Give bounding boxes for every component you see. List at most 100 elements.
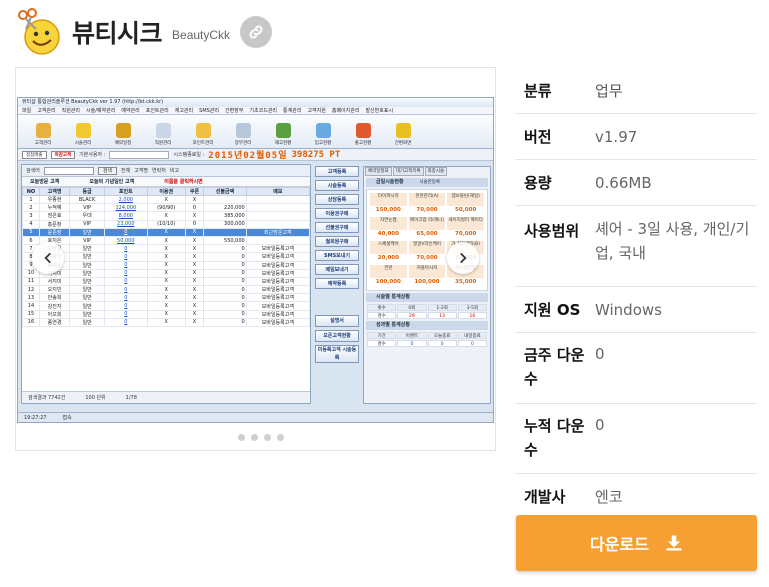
download-label: 다운로드 [590, 535, 649, 554]
shot-table-cell [245, 194, 311, 205]
shot-stat-value: 0 [427, 340, 457, 347]
shot-table-cell: X [146, 227, 186, 237]
shot-stat-header: 기간 [367, 332, 397, 339]
shot-tool-button: 간편화면 [388, 123, 418, 146]
shot-service-price: 150,000 [370, 206, 407, 215]
shot-table-cell: 일반 [69, 268, 106, 278]
shot-table-cell: X [184, 276, 205, 287]
shot-tool-button: 시술관리 [68, 123, 98, 146]
shot-service-item: 천천관리(A) 70,000 [408, 193, 446, 215]
shot-service-item: 타이파시지 150,000 [370, 193, 407, 215]
shot-stat-value: 0 [457, 340, 487, 347]
shot-table-cell: 1 [22, 194, 40, 205]
shot-table-cell: 0 [184, 219, 205, 229]
shot-tool-icon [75, 123, 91, 138]
gallery-next-button[interactable] [447, 242, 479, 274]
shot-table-cell: X [184, 293, 205, 303]
shot-stat2-table: 기간 이벤트 오늘종료 내일종료 명수 0 0 0 [367, 332, 487, 347]
shot-table-cell [245, 235, 311, 246]
shot-sub-2: 이름을 클릭하시면 [164, 179, 203, 185]
shot-service-price: 20,000 [370, 254, 407, 263]
info-key: 분류 [524, 81, 552, 100]
shot-tool-icon [355, 123, 371, 138]
shot-table-cell: X [146, 252, 186, 262]
shot-table-cell: 0 [203, 276, 247, 287]
shot-table-row: 11 서지미 일반 0 X X 0 모바일등록고객 [22, 276, 311, 287]
shot-tool-icon [195, 123, 211, 138]
shot-table-cell: 모바일등록고객 [245, 309, 311, 319]
shot-table-cell: X [184, 244, 205, 254]
gallery-prev-button[interactable] [32, 242, 64, 274]
shot-table-cell: 0 [184, 203, 205, 213]
shot-service-item: 메이크업 리(헤나) 65,000 [408, 217, 446, 239]
shot-action-button: SMS보내기 [315, 250, 359, 261]
shot-table-cell: X [184, 227, 205, 237]
shot-search-button: 검색 [97, 166, 118, 175]
shot-table-header: 이용권 [146, 187, 186, 196]
shot-table-cell: X [146, 317, 186, 328]
shot-table-cell: 12 [22, 285, 40, 295]
shot-table-cell: X [146, 293, 186, 303]
info-key: 지원 OS [524, 301, 581, 319]
shot-subtitles: 오늘방문 고객 오늘의 기념일인 고객 이름을 클릭하시면 [22, 177, 310, 187]
shot-service-name: 전반 [370, 265, 407, 278]
shot-tool-button: 입고현황 [308, 123, 338, 146]
shot-tool-icon [315, 123, 331, 138]
shot-tool-label: 간편화면 [394, 141, 412, 146]
download-button[interactable]: 다운로드 [516, 515, 757, 571]
shot-service-grid: 타이파시지 150,000 천천관리(A) 70,000 엠보볼린(해일) 50,000 자… [366, 189, 488, 291]
category-link[interactable]: 업무 [595, 80, 757, 101]
shot-table-cell: X [184, 285, 205, 295]
shot-table-cell: 일반 [69, 252, 106, 262]
info-key: 용량 [524, 174, 552, 192]
shot-footer-count: 검색결과 7742건 [28, 395, 66, 401]
shot-menu-item: 시술/예약관리 [86, 108, 116, 114]
gallery-dot[interactable] [264, 434, 271, 441]
shot-table-cell: VIP [69, 219, 106, 229]
shot-table-cell: X [146, 285, 186, 295]
shot-tool-button: 고객관리 [28, 123, 58, 146]
shot-table-cell: (90/90) [146, 203, 186, 213]
shot-table-cell [245, 219, 311, 229]
gallery-dot[interactable] [251, 434, 258, 441]
shot-tool-button: 재고현황 [268, 123, 298, 146]
shot-table-cell: 0 [104, 252, 148, 262]
info-key: 사용범위 [524, 222, 580, 240]
shot-status-bar: 접점매출 마감고객 기본사용자 : 시스템종료일 : 2015년02월05일 3… [18, 149, 493, 161]
screenshot-image[interactable]: 뷰티샵 통합관리솔루션 BeautyCkk ver 1.97 (http://b… [17, 97, 494, 423]
shot-table-cell: 일반 [69, 293, 106, 303]
shot-table-cell: 모바일등록고객 [245, 293, 311, 303]
shot-table-row: 6 호지은 VIP 50,000 X X 550,000 [22, 235, 311, 246]
gallery-dot[interactable] [277, 434, 284, 441]
shot-table-cell: 124,000 [104, 203, 148, 213]
shot-points: 398275 PT [291, 149, 341, 160]
shot-stat-value: 29 [397, 312, 427, 319]
shot-table-cell: 13 [22, 293, 40, 303]
shot-table-header: 메모 [245, 187, 311, 196]
shot-table-row: 12 오지민 일반 0 X X 0 모바일등록고객 [22, 285, 311, 295]
shot-table-cell: 일반 [69, 309, 106, 319]
shot-service-price: 100,000 [408, 278, 446, 287]
shot-table-cell: X [184, 211, 205, 221]
shot-user-label: 기본사용자 : [79, 152, 106, 158]
shot-service-item: 커플마사지 100,000 [408, 265, 446, 287]
shot-table-header: 쿠폰 [184, 187, 205, 196]
copy-link-button[interactable] [240, 16, 273, 48]
shot-table-cell: X [146, 235, 186, 246]
shot-tool-icon [235, 123, 251, 138]
info-value: Windows [595, 300, 662, 319]
shot-table-cell: 종연경 [38, 317, 71, 328]
shot-table-footer: 검색결과 7742건 100 단위 1/78 [22, 391, 310, 403]
shot-menu-item: 간편장부 [225, 108, 244, 114]
shot-right-head-text: 금일시술현황 [376, 179, 404, 185]
shot-action-button: 오픈고객현황 [315, 330, 359, 342]
download-icon [666, 535, 682, 551]
shot-service-name: 커플마사지 [408, 265, 446, 278]
shot-action-button: 설명서 [315, 315, 359, 327]
shot-table-cell: 일반 [69, 285, 106, 295]
shot-tool-button: 포인트관리 [188, 123, 218, 146]
shot-table-cell: X [184, 235, 205, 246]
shot-tool-label: 장부관리 [234, 141, 252, 146]
gallery-dot[interactable] [238, 434, 245, 441]
shot-menu-item: 직원관리 [61, 108, 81, 114]
